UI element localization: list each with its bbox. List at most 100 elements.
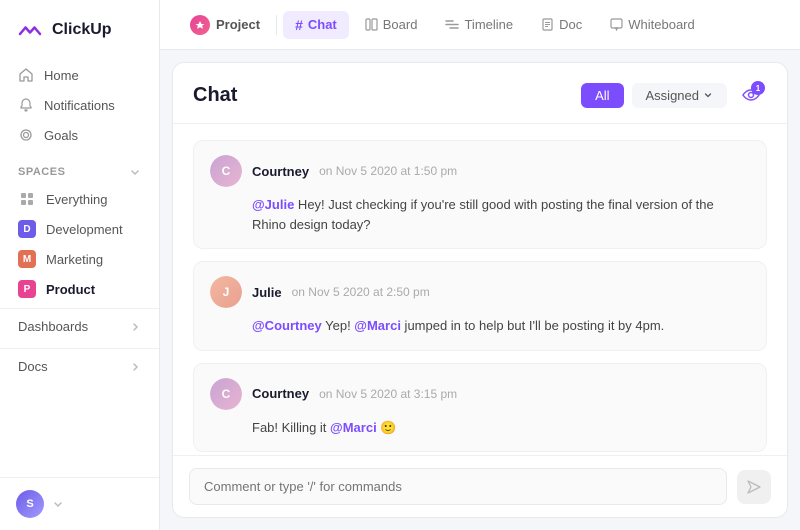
author-courtney-2: Courtney — [252, 386, 309, 401]
message-text-2b: jumped in to help but I'll be posting it… — [401, 318, 664, 333]
everything-label: Everything — [46, 192, 107, 207]
chevron-down-icon — [129, 166, 141, 178]
sidebar-item-docs[interactable]: Docs — [0, 348, 159, 384]
spaces-list: Everything D Development M Marketing P P… — [0, 184, 159, 304]
author-courtney-1: Courtney — [252, 164, 309, 179]
sidebar-home-label: Home — [44, 68, 79, 83]
filter-assigned-label: Assigned — [646, 88, 699, 103]
time-1: on Nov 5 2020 at 1:50 pm — [319, 164, 457, 178]
message-meta-2: J Julie on Nov 5 2020 at 2:50 pm — [210, 276, 750, 308]
everything-grid-icon — [18, 190, 36, 208]
tab-timeline[interactable]: Timeline — [433, 11, 525, 38]
message-meta-3: C Courtney on Nov 5 2020 at 3:15 pm — [210, 378, 750, 410]
sidebar-item-everything[interactable]: Everything — [8, 184, 151, 214]
chat-area: Chat All Assigned 1 — [172, 62, 788, 518]
product-label: Product — [46, 282, 95, 297]
message-card-1: C Courtney on Nov 5 2020 at 1:50 pm @Jul… — [193, 140, 767, 249]
messages-list: C Courtney on Nov 5 2020 at 1:50 pm @Jul… — [173, 124, 787, 455]
chat-header: Chat All Assigned 1 — [173, 63, 787, 124]
time-2: on Nov 5 2020 at 2:50 pm — [292, 285, 430, 299]
nav-divider — [276, 15, 277, 35]
sidebar-item-product[interactable]: P Product — [8, 274, 151, 304]
dashboards-label: Dashboards — [18, 319, 88, 334]
avatar-courtney-1: C — [210, 155, 242, 187]
sidebar-item-notifications[interactable]: Notifications — [8, 90, 151, 120]
emoji-3: 🙂 — [380, 420, 396, 435]
message-text-1: Hey! Just checking if you're still good … — [252, 197, 714, 232]
avatar-julie: J — [210, 276, 242, 308]
sidebar-item-home[interactable]: Home — [8, 60, 151, 90]
mention-courtney: @Courtney — [252, 318, 322, 333]
message-text-2a: Yep! — [322, 318, 355, 333]
top-navigation: Project # Chat Board Timeline — [160, 0, 800, 50]
hash-icon: # — [295, 17, 303, 33]
chevron-down-icon-user — [52, 498, 64, 510]
whiteboard-tab-label: Whiteboard — [628, 17, 694, 32]
sidebar-notifications-label: Notifications — [44, 98, 115, 113]
board-icon — [365, 18, 378, 31]
marketing-label: Marketing — [46, 252, 103, 267]
message-meta-1: C Courtney on Nov 5 2020 at 1:50 pm — [210, 155, 750, 187]
whiteboard-icon — [610, 18, 623, 31]
main-content: Project # Chat Board Timeline — [160, 0, 800, 530]
mention-julie: @Julie — [252, 197, 294, 212]
tab-doc[interactable]: Doc — [529, 11, 594, 38]
sidebar-navigation: Home Notifications Goals — [0, 56, 159, 154]
product-dot: P — [18, 280, 36, 298]
sidebar-item-marketing[interactable]: M Marketing — [8, 244, 151, 274]
avatar-courtney-2: C — [210, 378, 242, 410]
message-body-1: @Julie Hey! Just checking if you're stil… — [210, 195, 750, 234]
sidebar-item-dashboards[interactable]: Dashboards — [0, 308, 159, 344]
mention-marci: @Marci — [354, 318, 401, 333]
timeline-icon — [445, 18, 459, 31]
project-nav-item[interactable]: Project — [180, 9, 270, 41]
project-icon — [190, 15, 210, 35]
sidebar: ClickUp Home Notifications Goals Spaces — [0, 0, 160, 530]
sidebar-bottom: S — [0, 477, 159, 530]
message-card-2: J Julie on Nov 5 2020 at 2:50 pm @Courtn… — [193, 261, 767, 351]
notification-badge: 1 — [751, 81, 765, 95]
sidebar-goals-label: Goals — [44, 128, 78, 143]
tab-chat[interactable]: # Chat — [283, 11, 349, 39]
home-icon — [18, 67, 34, 83]
logo: ClickUp — [0, 0, 159, 56]
user-initials: S — [26, 498, 33, 510]
message-text-3a: Fab! Killing it — [252, 420, 330, 435]
bell-icon — [18, 97, 34, 113]
target-icon — [18, 127, 34, 143]
logo-text: ClickUp — [52, 21, 112, 39]
send-icon — [746, 479, 762, 495]
filter-all-button[interactable]: All — [581, 83, 623, 108]
avatar[interactable]: S — [16, 490, 44, 518]
development-label: Development — [46, 222, 123, 237]
doc-icon — [541, 18, 554, 31]
doc-tab-label: Doc — [559, 17, 582, 32]
chat-input[interactable] — [189, 468, 727, 505]
author-julie: Julie — [252, 285, 282, 300]
chevron-down-icon-filter — [703, 90, 713, 100]
tab-whiteboard[interactable]: Whiteboard — [598, 11, 706, 38]
sidebar-item-goals[interactable]: Goals — [8, 120, 151, 150]
chat-bell-button[interactable]: 1 — [735, 79, 767, 111]
clickup-logo-icon — [16, 16, 44, 44]
time-3: on Nov 5 2020 at 3:15 pm — [319, 387, 457, 401]
message-body-2: @Courtney Yep! @Marci jumped in to help … — [210, 316, 750, 336]
project-label: Project — [216, 17, 260, 32]
tab-board[interactable]: Board — [353, 11, 430, 38]
spaces-label: Spaces — [18, 166, 65, 178]
chevron-right-icon-2 — [129, 361, 141, 373]
chat-tab-label: Chat — [308, 17, 337, 32]
sidebar-item-development[interactable]: D Development — [8, 214, 151, 244]
send-button[interactable] — [737, 470, 771, 504]
message-card-3: C Courtney on Nov 5 2020 at 3:15 pm Fab!… — [193, 363, 767, 453]
timeline-tab-label: Timeline — [464, 17, 513, 32]
marketing-dot: M — [18, 250, 36, 268]
docs-label: Docs — [18, 359, 48, 374]
message-body-3: Fab! Killing it @Marci 🙂 — [210, 418, 750, 438]
chat-title: Chat — [193, 84, 237, 107]
filter-assigned-button[interactable]: Assigned — [632, 83, 727, 108]
chat-input-area — [173, 455, 787, 517]
development-dot: D — [18, 220, 36, 238]
spaces-section-header: Spaces — [0, 154, 159, 184]
chat-filter: All Assigned 1 — [581, 79, 767, 111]
